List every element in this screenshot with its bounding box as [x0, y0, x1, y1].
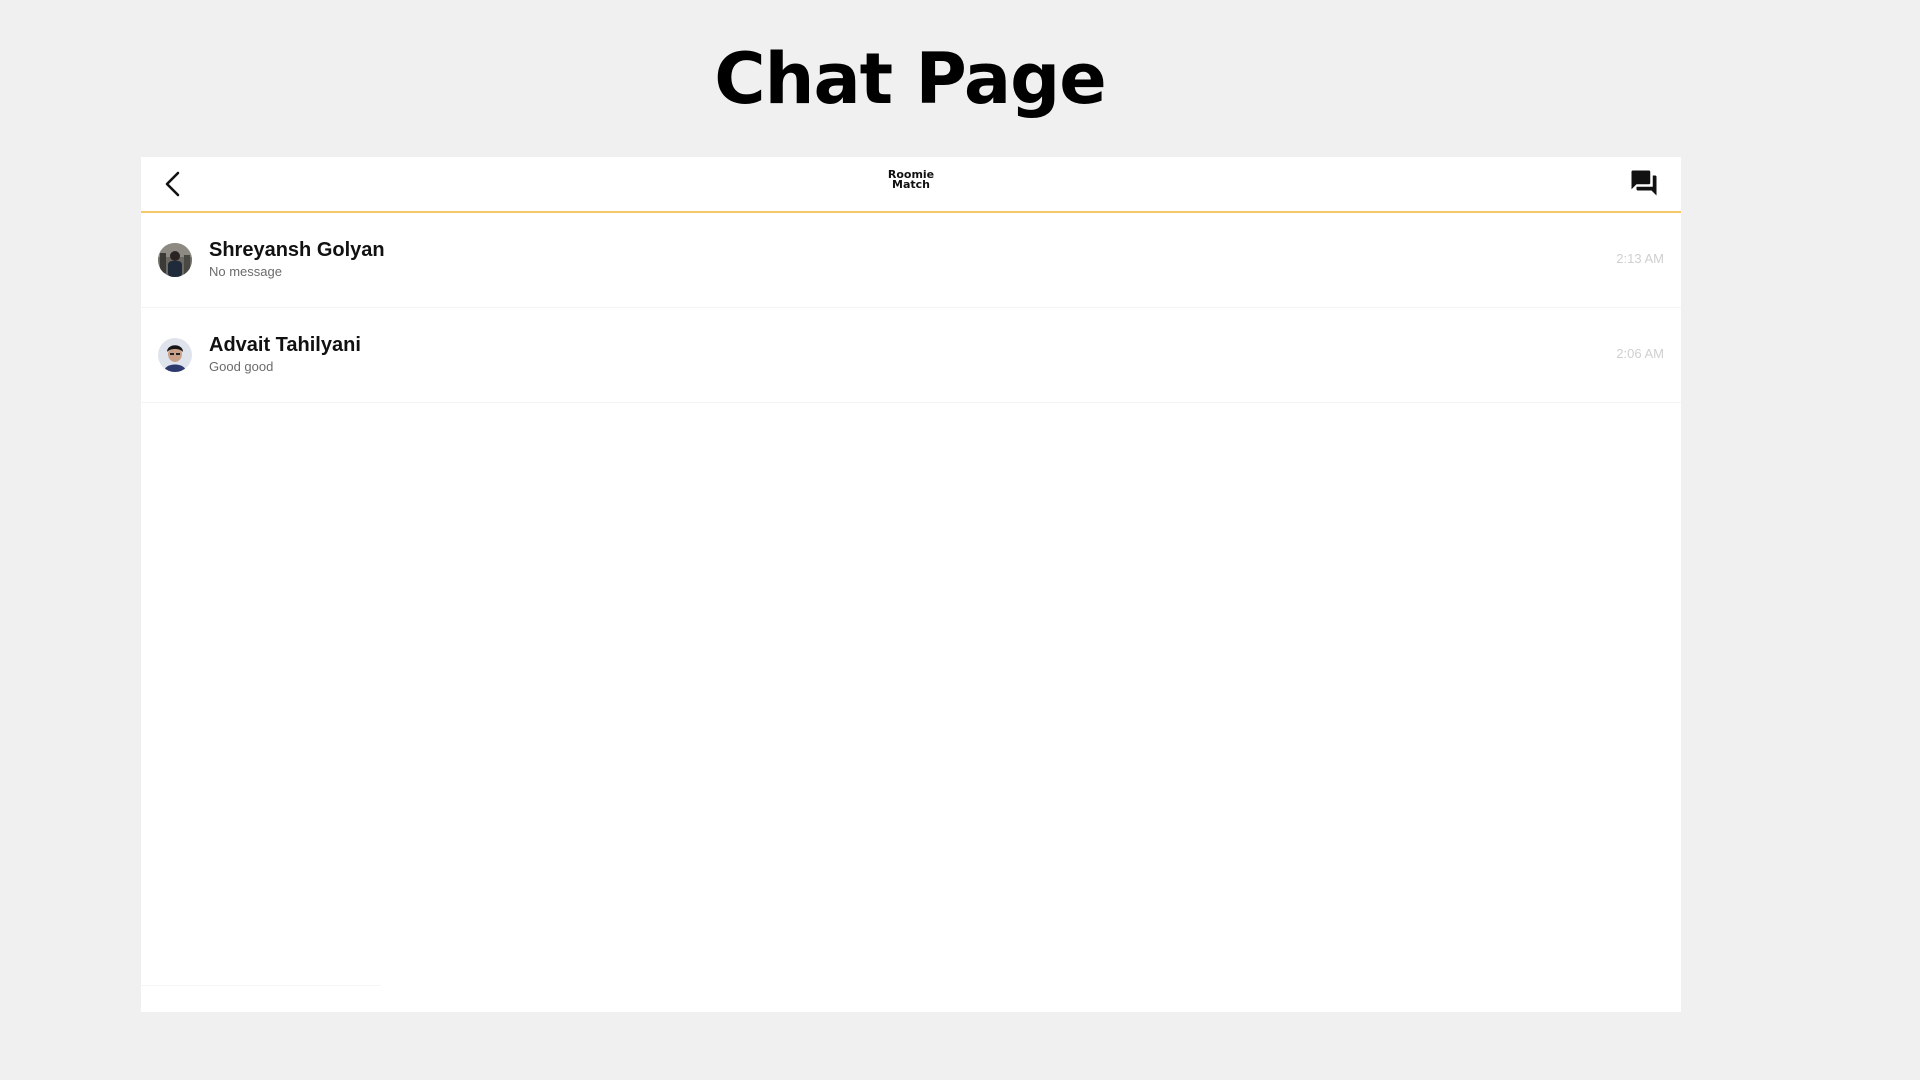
- app-header: Roomie Match: [141, 157, 1681, 213]
- avatar: [158, 338, 192, 372]
- app-window: Roomie Match Shreyansh Golyan No message…: [141, 157, 1681, 1012]
- chat-preview: No message: [209, 264, 282, 279]
- chat-time: 2:13 AM: [1616, 251, 1664, 266]
- back-button[interactable]: [159, 169, 189, 199]
- divider: [141, 985, 381, 986]
- page-title: Chat Page: [714, 38, 1107, 120]
- chat-list: Shreyansh Golyan No message 2:13 AM Adva…: [141, 213, 1681, 403]
- app-logo[interactable]: Roomie Match: [861, 169, 961, 191]
- avatar: [158, 243, 192, 277]
- forum-icon: [1631, 170, 1657, 196]
- chat-name: Shreyansh Golyan: [209, 239, 385, 261]
- chat-time: 2:06 AM: [1616, 346, 1664, 361]
- chevron-left-icon: [165, 171, 180, 197]
- chat-list-item[interactable]: Advait Tahilyani Good good 2:06 AM: [141, 308, 1681, 403]
- chat-name: Advait Tahilyani: [209, 334, 361, 356]
- chat-list-item[interactable]: Shreyansh Golyan No message 2:13 AM: [141, 213, 1681, 308]
- chat-preview: Good good: [209, 359, 274, 374]
- chats-button[interactable]: [1629, 168, 1659, 198]
- logo-line-2: Match: [892, 178, 930, 191]
